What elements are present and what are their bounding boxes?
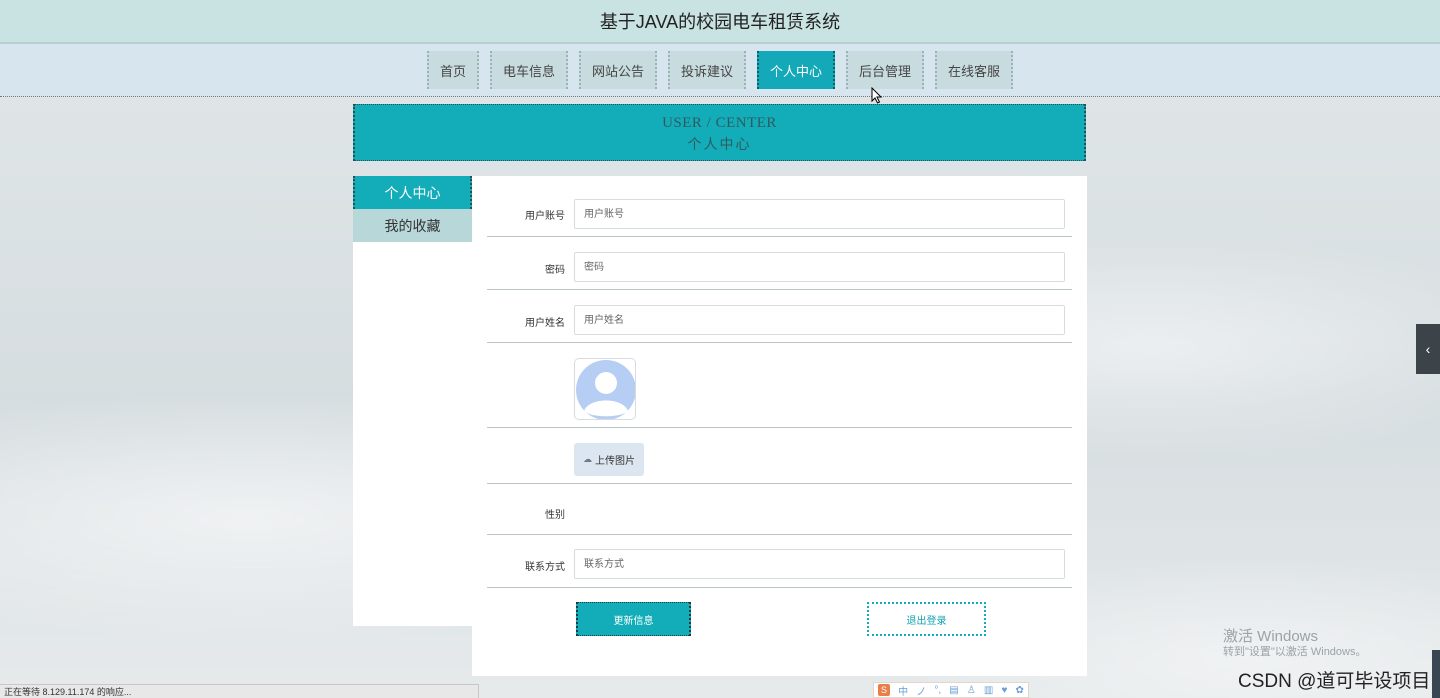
watermark-line1: 激活 Windows	[1223, 628, 1319, 645]
form-row-password: 密码	[487, 237, 1072, 290]
watermark-line2: 转到"设置"以激活 Windows。	[1223, 646, 1367, 658]
banner-title-cn: 个人中心	[687, 138, 752, 153]
user-center-banner: USER / CENTER 个人中心	[353, 104, 1086, 161]
banner-title-en: USER / CENTER	[662, 115, 777, 131]
account-label: 用户账号	[525, 211, 565, 222]
nav-item-complaints[interactable]: 投诉建议	[667, 51, 746, 89]
ime-settings-icon[interactable]: ✿	[1016, 685, 1024, 696]
sidebar-item-user-center[interactable]: 个人中心	[353, 176, 472, 209]
logout-button[interactable]: 退出登录	[867, 602, 986, 636]
nav-item-ebike-info[interactable]: 电车信息	[489, 51, 568, 89]
nav-item-online-service[interactable]: 在线客服	[935, 51, 1014, 89]
windows-activation-watermark: 激活 Windows 转到"设置"以激活 Windows。	[1223, 628, 1367, 659]
profile-form: 用户账号 密码 用户姓名 ☁ 上传图片 性别 联系方式 更新信息 退出登录	[472, 176, 1087, 676]
account-input[interactable]	[574, 199, 1065, 229]
ime-moon-icon[interactable]: ノ	[916, 683, 926, 698]
form-row-name: 用户姓名	[487, 290, 1072, 343]
upload-cloud-icon: ☁	[583, 454, 592, 464]
site-title: 基于JAVA的校园电车租赁系统	[599, 12, 841, 32]
update-info-button[interactable]: 更新信息	[576, 602, 691, 636]
nav-item-admin[interactable]: 后台管理	[846, 51, 925, 89]
avatar	[574, 358, 636, 420]
phone-label: 联系方式	[525, 562, 565, 573]
form-row-avatar	[487, 343, 1072, 428]
name-label: 用户姓名	[525, 318, 565, 329]
form-row-upload: ☁ 上传图片	[487, 428, 1072, 484]
browser-status-bar: 正在等待 8.129.11.174 的响应...	[0, 684, 479, 698]
nav-item-user-center[interactable]: 个人中心	[757, 51, 836, 89]
window-edge	[1432, 650, 1440, 698]
ime-user-icon[interactable]: ♙	[967, 685, 976, 696]
chevron-left-icon[interactable]: ‹	[1416, 324, 1440, 374]
sidebar-item-favorites[interactable]: 我的收藏	[353, 209, 472, 242]
ime-skin-icon[interactable]: ♥	[1001, 685, 1007, 696]
avatar-placeholder-icon	[576, 360, 635, 419]
ime-keyboard-icon[interactable]: ▤	[949, 685, 958, 696]
ime-punctuation-icon[interactable]: °,	[934, 685, 941, 696]
ime-chinese-mode[interactable]: 中	[898, 683, 908, 698]
main-nav: 首页 电车信息 网站公告 投诉建议 个人中心 后台管理 在线客服	[0, 44, 1440, 97]
form-row-gender: 性别	[487, 484, 1072, 535]
ime-toolbar[interactable]: S 中 ノ °, ▤ ♙ ▥ ♥ ✿	[873, 682, 1029, 698]
site-header: 基于JAVA的校园电车租赁系统	[0, 0, 1440, 44]
ime-logo-icon: S	[878, 684, 891, 696]
gender-label: 性别	[545, 510, 565, 521]
upload-image-label: 上传图片	[595, 456, 635, 467]
mouse-cursor-icon	[871, 87, 883, 104]
user-sidebar: 个人中心 我的收藏	[353, 176, 472, 626]
ime-grid-icon[interactable]: ▥	[984, 685, 993, 696]
nav-item-announcements[interactable]: 网站公告	[578, 51, 657, 89]
password-input[interactable]	[574, 252, 1065, 282]
phone-input[interactable]	[574, 549, 1065, 579]
form-row-phone: 联系方式	[487, 535, 1072, 588]
upload-image-button[interactable]: ☁ 上传图片	[574, 443, 644, 476]
form-row-account: 用户账号	[487, 190, 1072, 237]
nav-item-home[interactable]: 首页	[426, 51, 479, 89]
password-label: 密码	[545, 265, 565, 276]
csdn-credit: CSDN @道可毕设项目	[1238, 671, 1431, 692]
name-input[interactable]	[574, 305, 1065, 335]
